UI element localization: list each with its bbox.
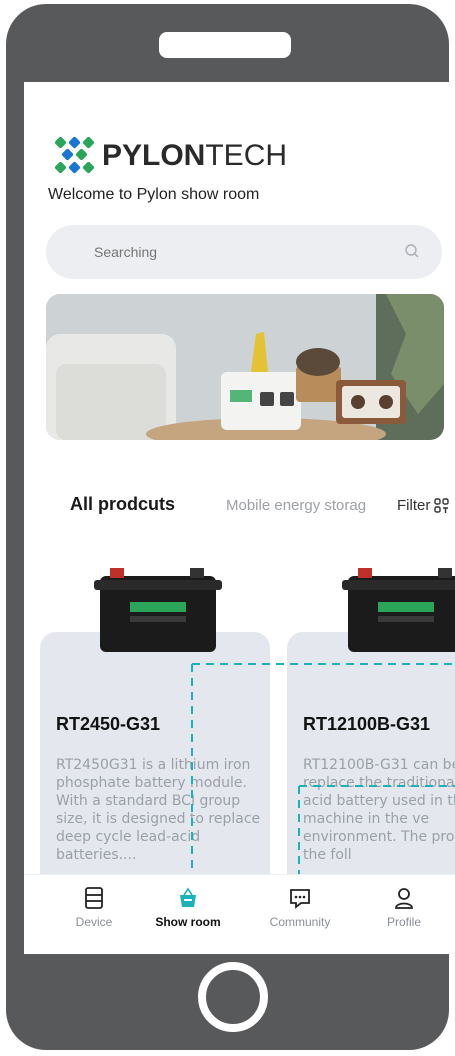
phone-frame: PYLONTECH Welcome to Pylon show room Sea… <box>6 4 455 1050</box>
logo-mark-icon <box>54 136 95 174</box>
tab-label: Show room <box>155 915 221 929</box>
device-icon <box>85 887 103 909</box>
tab-label: Profile <box>386 915 421 929</box>
filter-icon <box>434 497 450 513</box>
product-description: RT12100B-G31 can be to replace the tradi… <box>303 757 455 863</box>
bottom-tab-bar: Device Show room Community Profile <box>24 874 455 954</box>
filter-button[interactable]: Filter <box>397 497 450 514</box>
banner-image <box>46 294 444 440</box>
tab-community[interactable]: Community <box>260 887 340 929</box>
battery-image <box>342 568 455 652</box>
basket-icon <box>180 887 196 907</box>
product-description: RT2450G31 is a lithium iron phosphate ba… <box>56 757 265 863</box>
person-icon <box>395 888 413 909</box>
product-name: RT2450-G31 <box>56 714 161 734</box>
app-screen: PYLONTECH Welcome to Pylon show room Sea… <box>24 82 455 954</box>
pylontech-logo: PYLONTECH <box>52 136 287 176</box>
promo-banner[interactable] <box>46 294 444 440</box>
phone-speaker <box>159 32 291 58</box>
welcome-text: Welcome to Pylon show room <box>48 186 260 203</box>
home-button[interactable] <box>198 962 268 1032</box>
tab-label: Device <box>75 915 113 929</box>
logo-wordmark: PYLONTECH <box>102 139 288 172</box>
category-tabs: All prodcuts Mobile energy storag Filter <box>24 494 455 524</box>
tab-label: Community <box>269 915 331 929</box>
search-icon[interactable] <box>404 243 420 259</box>
chat-icon <box>290 889 310 909</box>
product-name: RT12100B-G31 <box>303 714 431 734</box>
tab-show-room[interactable]: Show room <box>148 887 228 929</box>
battery-image <box>94 568 222 652</box>
tab-all-products[interactable]: All prodcuts <box>70 494 175 515</box>
search-bar[interactable] <box>46 225 442 279</box>
tab-device[interactable]: Device <box>54 887 134 929</box>
tab-profile[interactable]: Profile <box>364 887 444 929</box>
filter-label: Filter <box>397 497 431 514</box>
tab-mobile-energy-storage[interactable]: Mobile energy storag <box>226 497 376 514</box>
search-input[interactable] <box>92 243 376 261</box>
